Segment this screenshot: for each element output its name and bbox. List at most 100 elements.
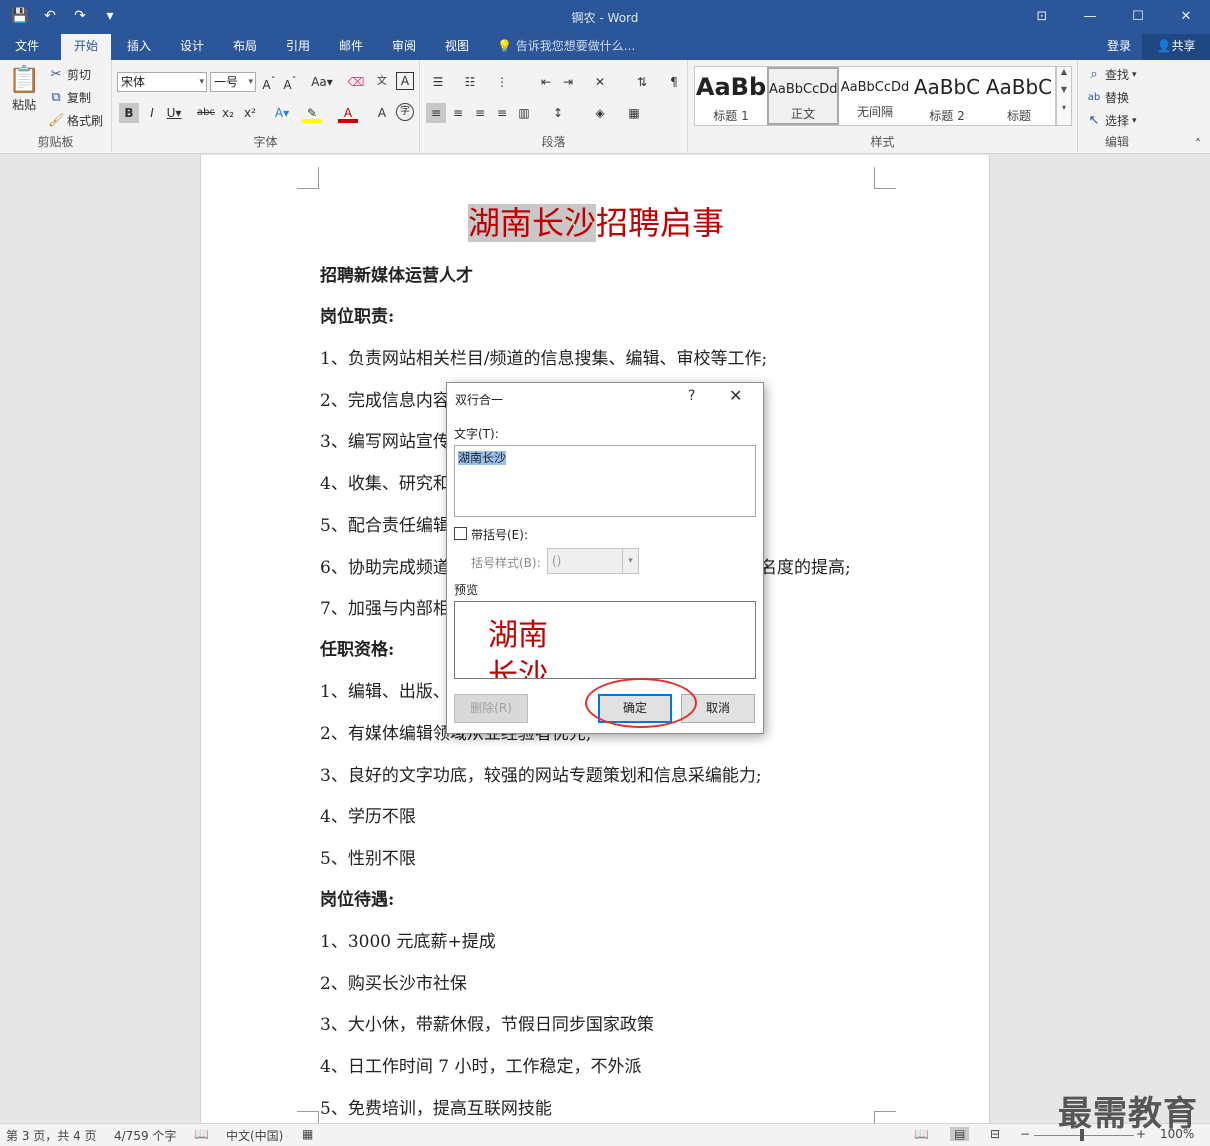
share-button[interactable]: 👤共享: [1142, 34, 1210, 60]
format-painter-button[interactable]: 🖌 格式刷: [48, 112, 103, 129]
line-text: 4、收集、研究和: [320, 474, 450, 494]
justify-icon[interactable]: ≡: [492, 103, 512, 123]
multilevel-list-icon[interactable]: ⋮: [492, 72, 512, 92]
bracket-checkbox[interactable]: [454, 527, 467, 540]
replace-button[interactable]: ab 替换: [1086, 89, 1129, 106]
clipboard-label: 剪贴板: [37, 135, 74, 149]
numbering-icon[interactable]: ☷: [460, 72, 480, 92]
font-size-select[interactable]: 一号 ▾: [210, 72, 256, 92]
delete-button[interactable]: 删除(R): [454, 694, 528, 723]
preview-text: 湖南长沙: [488, 618, 548, 679]
chevron-down-icon: ▾: [248, 77, 253, 87]
document-line: 5、配合责任编辑: [320, 511, 450, 536]
copy-button[interactable]: ⧉ 复制: [48, 89, 91, 106]
line-spacing-icon[interactable]: ↕: [548, 103, 568, 123]
line-text: 2、购买长沙市社保: [320, 974, 467, 994]
strikethrough-icon[interactable]: abc: [196, 103, 216, 123]
document-line: 5、性别不限: [320, 844, 416, 869]
cut-button[interactable]: ✂ 剪切: [48, 66, 91, 83]
tell-me-box[interactable]: 💡 告诉我您想要做什么...: [497, 34, 635, 60]
increase-indent-icon[interactable]: ⇥: [558, 72, 578, 92]
tab-file[interactable]: 文件: [0, 34, 54, 60]
bullets-icon[interactable]: ☰: [428, 72, 448, 92]
close-icon[interactable]: ✕: [729, 386, 742, 405]
style-no-spacing[interactable]: AaBbCcDd 无间隔: [839, 67, 911, 125]
font-label: 字体: [253, 135, 278, 149]
tab-layout[interactable]: 布局: [220, 34, 270, 60]
margin-mark: [874, 167, 896, 189]
bracket-style-select[interactable]: () ▾: [547, 548, 639, 574]
align-right-icon[interactable]: ≡: [470, 103, 490, 123]
sort-icon[interactable]: ⇅: [632, 72, 652, 92]
style-heading-1[interactable]: AaBb 标题 1: [695, 67, 767, 125]
word-count[interactable]: 4/759 个字: [114, 1127, 176, 1144]
superscript-icon[interactable]: x²: [240, 103, 260, 123]
style-normal[interactable]: AaBbCcDd 正文: [767, 67, 839, 125]
borders-icon[interactable]: ▦: [624, 103, 644, 123]
tab-mailings[interactable]: 邮件: [326, 34, 376, 60]
italic-icon[interactable]: I: [142, 103, 162, 123]
char-shading-icon[interactable]: A: [372, 103, 392, 123]
chinese-layout-icon[interactable]: ✕: [590, 72, 610, 92]
decrease-indent-icon[interactable]: ⇤: [536, 72, 556, 92]
underline-icon[interactable]: U▾: [164, 103, 184, 123]
help-icon[interactable]: ?: [688, 388, 695, 404]
shrink-font-icon[interactable]: Aˇ: [280, 72, 300, 92]
align-center-icon[interactable]: ≡: [448, 103, 468, 123]
read-mode-icon[interactable]: 📖: [914, 1127, 929, 1141]
find-button[interactable]: ⌕ 查找 ▾: [1086, 66, 1136, 83]
zoom-slider[interactable]: [1034, 1135, 1134, 1136]
grow-font-icon[interactable]: Aˆ: [259, 72, 279, 92]
tab-insert[interactable]: 插入: [114, 34, 164, 60]
paragraph-label: 段落: [541, 135, 566, 149]
distributed-icon[interactable]: ▥: [514, 103, 534, 123]
close-window-icon[interactable]: ✕: [1162, 0, 1210, 32]
maximize-icon[interactable]: ☐: [1114, 0, 1162, 32]
style-gallery-scroll[interactable]: ▲ ▼ ▾: [1056, 66, 1072, 126]
font-name-select[interactable]: 宋体 ▾: [117, 72, 207, 92]
font-color-icon[interactable]: A: [338, 103, 358, 123]
web-layout-icon[interactable]: ⊟: [990, 1127, 1000, 1141]
print-layout-icon[interactable]: ▤: [950, 1127, 970, 1141]
change-case-icon[interactable]: Aa▾: [308, 72, 336, 92]
page-count[interactable]: 第 3 页，共 4 页: [6, 1127, 97, 1144]
margin-mark: [297, 1111, 319, 1123]
minimize-icon[interactable]: —: [1066, 0, 1114, 32]
line-text: 4、日工作时间 7 小时，工作稳定，不外派: [320, 1057, 642, 1077]
clear-format-icon[interactable]: ⌫: [346, 72, 366, 92]
preview-label: 预览: [454, 583, 479, 597]
person-icon: 👤: [1156, 39, 1172, 53]
style-heading-2[interactable]: AaBbC 标题 2: [911, 67, 983, 125]
document-line: 3、良好的文字功底，较强的网站专题策划和信息采编能力;: [320, 761, 762, 786]
text-input[interactable]: 湖南长沙: [454, 445, 756, 517]
style-title[interactable]: AaBbC 标题: [983, 67, 1055, 125]
tab-design[interactable]: 设计: [167, 34, 217, 60]
proofing-icon[interactable]: 📖: [194, 1127, 209, 1141]
char-border-icon[interactable]: A: [396, 72, 414, 90]
tab-review[interactable]: 审阅: [379, 34, 429, 60]
login-link[interactable]: 登录: [1107, 34, 1131, 58]
align-left-icon[interactable]: ≡: [426, 103, 446, 123]
subscript-icon[interactable]: x₂: [218, 103, 238, 123]
highlight-icon[interactable]: ✎: [302, 103, 322, 123]
collapse-ribbon-icon[interactable]: ˄: [1188, 134, 1208, 154]
macro-icon[interactable]: ▦: [302, 1127, 313, 1141]
bold-icon[interactable]: B: [119, 103, 139, 123]
text-effects-icon[interactable]: A▾: [272, 103, 292, 123]
select-button[interactable]: ↖ 选择 ▾: [1086, 112, 1137, 129]
margin-mark: [874, 1111, 896, 1123]
tab-references[interactable]: 引用: [273, 34, 323, 60]
phonetic-guide-icon[interactable]: 文: [372, 72, 392, 92]
shading-icon[interactable]: ◈: [590, 103, 610, 123]
zoom-out-icon[interactable]: −: [1020, 1127, 1030, 1141]
line-text: 岗位待遇:: [320, 890, 395, 910]
enclose-char-icon[interactable]: 字: [396, 103, 414, 121]
bracket-label: 带括号(E):: [471, 528, 528, 542]
language-status[interactable]: 中文(中国): [226, 1127, 283, 1144]
document-line: 3、编写网站宣传: [320, 427, 450, 452]
tab-home[interactable]: 开始: [61, 34, 111, 60]
tab-view[interactable]: 视图: [432, 34, 482, 60]
ribbon-display-icon[interactable]: ⊡: [1018, 0, 1066, 32]
show-marks-icon[interactable]: ¶: [664, 72, 684, 92]
paste-button[interactable]: 📋 粘贴: [8, 66, 40, 113]
